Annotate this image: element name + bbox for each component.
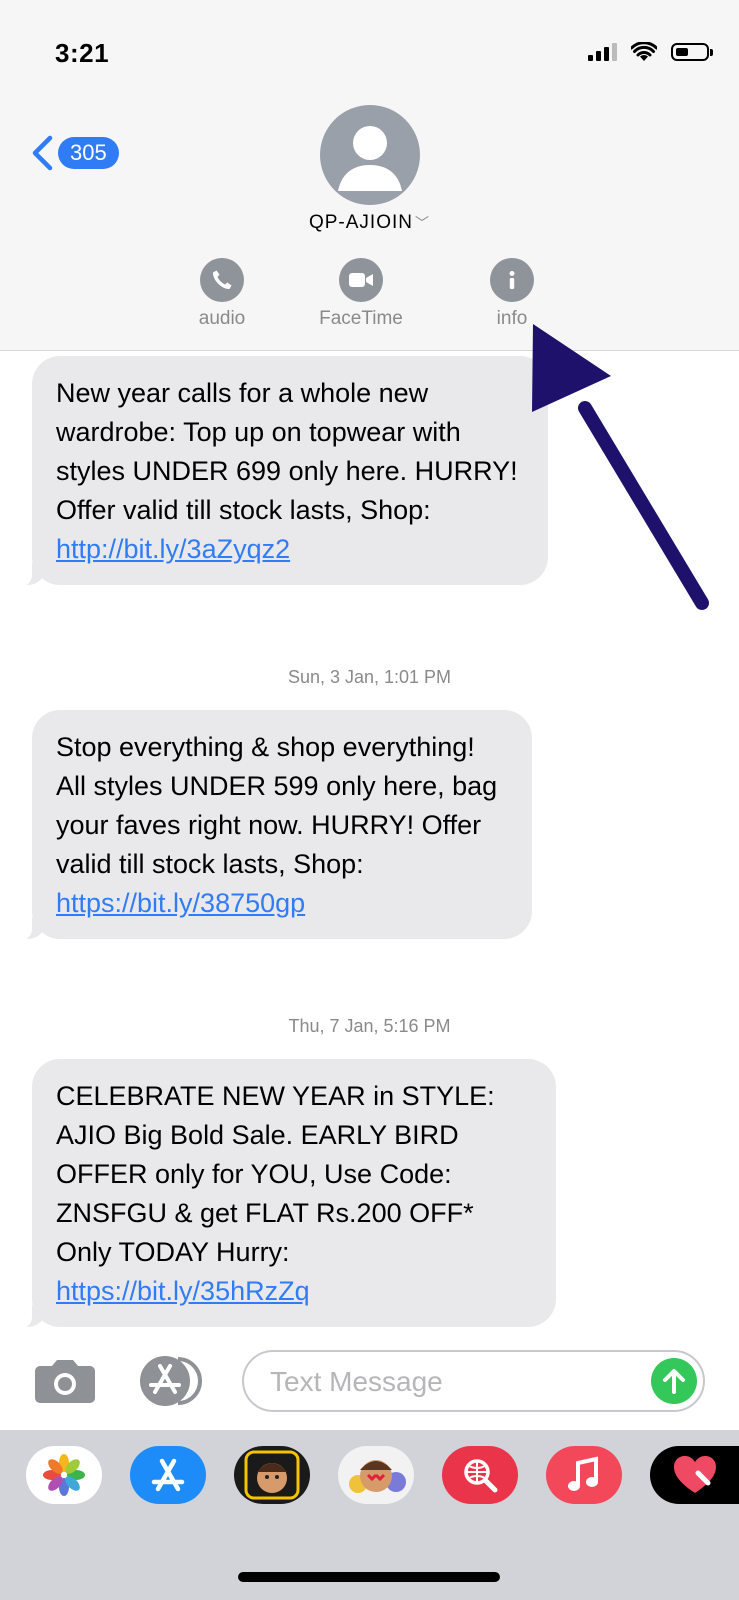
camera-icon: [35, 1360, 95, 1403]
arrow-up-icon: [663, 1369, 685, 1394]
message-input-placeholder: Text Message: [270, 1366, 443, 1397]
app-store-button[interactable]: [138, 1354, 206, 1408]
message-text: Stop everything & shop everything! All s…: [56, 732, 498, 879]
photos-app-icon[interactable]: [26, 1446, 102, 1504]
message-input[interactable]: Text Message: [242, 1350, 705, 1412]
app-store-icon: [140, 1356, 202, 1406]
imessage-app-drawer: [0, 1430, 739, 1600]
message-bubble[interactable]: Stop everything & shop everything! All s…: [18, 710, 532, 941]
message-text: CELEBRATE NEW YEAR in STYLE: AJIO Big Bo…: [56, 1081, 495, 1267]
home-indicator[interactable]: [238, 1572, 500, 1582]
message-link[interactable]: https://bit.ly/38750gp: [56, 888, 305, 918]
digital-touch-app-icon[interactable]: [650, 1446, 739, 1504]
message-link[interactable]: https://bit.ly/35hRzZq: [56, 1276, 310, 1306]
app-store-app-icon[interactable]: [130, 1446, 206, 1504]
music-app-icon[interactable]: [546, 1446, 622, 1504]
web-search-app-icon[interactable]: [442, 1446, 518, 1504]
composer-bar: Text Message: [0, 1336, 739, 1416]
memoji-app-icon[interactable]: [234, 1446, 310, 1504]
camera-button[interactable]: [34, 1358, 96, 1404]
message-timestamp: Sun, 3 Jan, 1:01 PM: [287, 667, 452, 687]
annotation-arrow-icon: [532, 324, 709, 610]
animoji-app-icon[interactable]: [338, 1446, 414, 1504]
message-bubble[interactable]: CELEBRATE NEW YEAR in STYLE: AJIO Big Bo…: [18, 1059, 556, 1329]
send-button[interactable]: [651, 1358, 697, 1404]
message-timestamp: Thu, 7 Jan, 5:16 PM: [288, 1016, 451, 1036]
